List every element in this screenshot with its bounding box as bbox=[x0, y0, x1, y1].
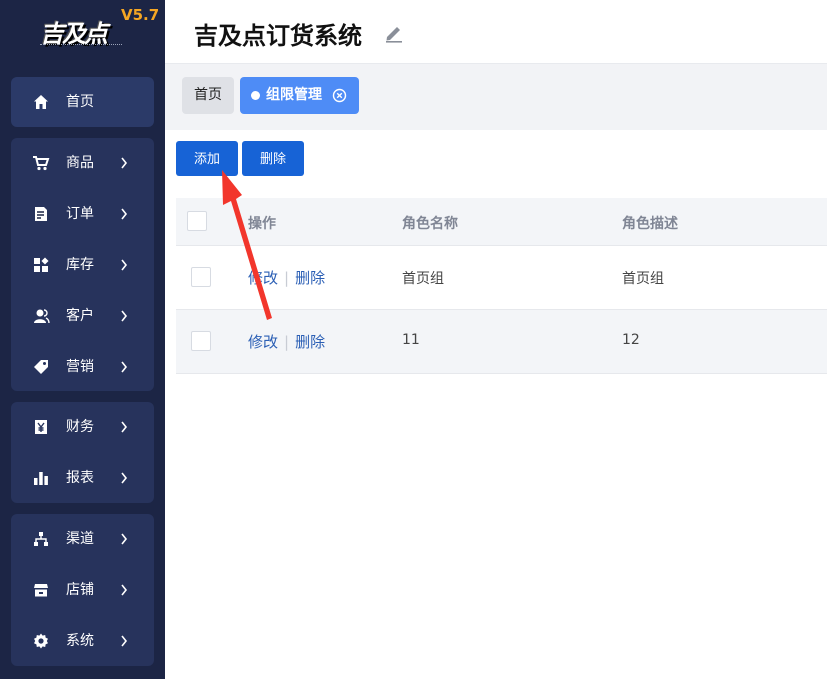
customer-icon bbox=[34, 309, 50, 324]
page-header: 吉及点订货系统 bbox=[165, 0, 827, 64]
sidebar-item-label: 客户 bbox=[66, 308, 94, 324]
home-icon bbox=[34, 95, 48, 109]
row-checkbox[interactable] bbox=[191, 331, 211, 351]
gear-icon bbox=[34, 633, 48, 649]
column-header-role-name: 角色名称 bbox=[402, 216, 458, 232]
sidebar-item-label: 订单 bbox=[66, 206, 94, 222]
chevron-right-icon bbox=[121, 310, 128, 322]
tab-bar: 首页 组限管理 bbox=[165, 64, 827, 130]
role-description-cell: 12 bbox=[622, 332, 640, 348]
chevron-right-icon bbox=[121, 259, 128, 271]
pencil-icon[interactable] bbox=[383, 22, 405, 44]
sidebar-item-label: 营销 bbox=[66, 359, 94, 375]
sidebar-item-label: 财务 bbox=[66, 419, 94, 435]
sidebar-item-stores[interactable]: 店铺 bbox=[11, 572, 154, 608]
sidebar-item-orders[interactable]: 订单 bbox=[11, 196, 154, 232]
chevron-right-icon bbox=[121, 533, 128, 545]
active-dot-icon bbox=[251, 91, 260, 100]
column-header-role-description: 角色描述 bbox=[622, 216, 678, 232]
page-title: 吉及点订货系统 bbox=[194, 22, 362, 50]
close-circle-icon[interactable] bbox=[332, 88, 347, 103]
chevron-right-icon bbox=[121, 584, 128, 596]
table-row: 修改 | 删除 首页组 首页组 bbox=[176, 246, 827, 310]
sidebar-item-marketing[interactable]: 营销 bbox=[11, 349, 154, 385]
sidebar-item-home[interactable]: 首页 bbox=[11, 84, 154, 120]
sidebar-item-label: 渠道 bbox=[66, 531, 94, 547]
sidebar-item-reports[interactable]: 报表 bbox=[11, 460, 154, 496]
sidebar-item-channels[interactable]: 渠道 bbox=[11, 521, 154, 557]
row-checkbox[interactable] bbox=[191, 267, 211, 287]
sidebar-item-inventory[interactable]: 库存 bbox=[11, 247, 154, 283]
chevron-right-icon bbox=[121, 472, 128, 484]
sidebar-item-settings[interactable]: 系统 bbox=[11, 623, 154, 659]
delete-link[interactable]: 删除 bbox=[295, 333, 325, 351]
table-row: 修改 | 删除 11 12 bbox=[176, 310, 827, 374]
logo-underline bbox=[40, 44, 122, 47]
edit-link[interactable]: 修改 bbox=[248, 333, 278, 351]
nav-group-finance: 财务 报表 bbox=[11, 402, 154, 503]
delete-link[interactable]: 删除 bbox=[295, 269, 325, 287]
action-separator: | bbox=[284, 333, 290, 351]
role-description-cell: 首页组 bbox=[622, 271, 664, 287]
channel-icon bbox=[34, 532, 48, 546]
nav-group-home: 首页 bbox=[11, 77, 154, 127]
sidebar-item-label: 系统 bbox=[66, 633, 94, 649]
chevron-right-icon bbox=[121, 208, 128, 220]
chevron-right-icon bbox=[121, 157, 128, 169]
tag-icon bbox=[34, 360, 48, 374]
delete-button[interactable]: 删除 bbox=[242, 141, 304, 176]
row-actions: 修改 | 删除 bbox=[248, 267, 325, 288]
yen-icon bbox=[35, 420, 47, 434]
chevron-right-icon bbox=[121, 421, 128, 433]
column-header-actions: 操作 bbox=[248, 216, 276, 232]
inventory-icon bbox=[34, 257, 49, 272]
chevron-right-icon bbox=[121, 361, 128, 373]
row-actions: 修改 | 删除 bbox=[248, 331, 325, 352]
version-badge: V5.7 bbox=[121, 6, 160, 24]
action-separator: | bbox=[284, 269, 290, 287]
sidebar-item-customers[interactable]: 客户 bbox=[11, 298, 154, 334]
nav-group-system: 渠道 店铺 系统 bbox=[11, 514, 154, 666]
tab-label: 组限管理 bbox=[266, 87, 322, 103]
brand-logo: 吉及点 V5.7 bbox=[0, 0, 165, 60]
sidebar-item-label: 库存 bbox=[66, 257, 94, 273]
edit-link[interactable]: 修改 bbox=[248, 269, 278, 287]
sidebar-item-label: 首页 bbox=[66, 94, 94, 110]
sidebar-item-label: 商品 bbox=[66, 155, 94, 171]
table-header: 操作 角色名称 角色描述 bbox=[176, 198, 827, 246]
nav-group-business: 商品 订单 库存 客户 营销 bbox=[11, 138, 154, 391]
store-icon bbox=[34, 584, 48, 597]
select-all-checkbox[interactable] bbox=[187, 211, 207, 231]
sidebar-item-label: 店铺 bbox=[66, 582, 94, 598]
sidebar-item-finance[interactable]: 财务 bbox=[11, 409, 154, 445]
sidebar: 吉及点 V5.7 首页 商品 订单 库存 客户 营销 财务 报表 渠道 店铺 系… bbox=[0, 0, 165, 679]
order-icon bbox=[35, 207, 47, 221]
tab-home[interactable]: 首页 bbox=[182, 77, 234, 114]
role-name-cell: 首页组 bbox=[402, 271, 444, 287]
sidebar-item-label: 报表 bbox=[66, 470, 94, 486]
cart-icon bbox=[33, 156, 50, 171]
role-name-cell: 11 bbox=[402, 332, 420, 348]
bar-chart-icon bbox=[34, 472, 48, 485]
add-button[interactable]: 添加 bbox=[176, 141, 238, 176]
chevron-right-icon bbox=[121, 635, 128, 647]
sidebar-item-goods[interactable]: 商品 bbox=[11, 145, 154, 181]
tab-role-management[interactable]: 组限管理 bbox=[240, 77, 359, 114]
